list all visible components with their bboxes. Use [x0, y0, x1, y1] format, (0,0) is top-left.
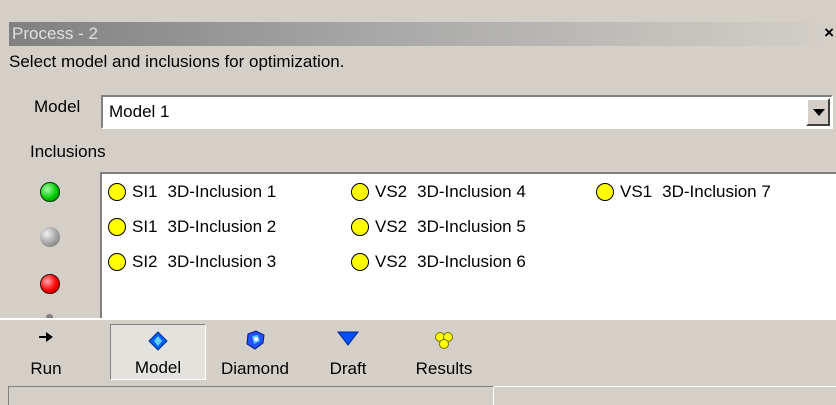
blue-triangle-icon — [337, 331, 359, 346]
draft-label: Draft — [329, 359, 367, 378]
inclusion-name: 3D-Inclusion 7 — [662, 182, 771, 201]
gray-status-icon[interactable] — [40, 227, 60, 247]
diamond-button[interactable]: Diamond — [208, 324, 302, 380]
inclusion-name: 3D-Inclusion 4 — [417, 182, 526, 201]
yellow-circle-icon — [108, 253, 126, 271]
inclusion-class: VS2 — [375, 252, 408, 271]
model-button[interactable]: Model — [110, 324, 206, 380]
inclusions-list[interactable]: SI1 3D-Inclusion 1 SI1 3D-Inclusion 2 SI… — [100, 172, 836, 318]
status-legend — [38, 174, 72, 320]
chevron-down-icon — [813, 109, 825, 116]
inclusion-item[interactable]: VS2 3D-Inclusion 6 — [351, 250, 526, 274]
yellow-cluster-icon — [435, 332, 453, 349]
status-bar — [8, 386, 494, 405]
model-label: Model — [34, 97, 81, 116]
instruction-text: Select model and inclusions for optimiza… — [9, 52, 345, 71]
inclusion-name: 3D-Inclusion 5 — [417, 217, 526, 236]
inclusion-item[interactable]: SI1 3D-Inclusion 2 — [108, 215, 276, 239]
inclusion-name: 3D-Inclusion 3 — [167, 252, 277, 271]
inclusion-item[interactable]: SI2 3D-Inclusion 3 — [108, 250, 276, 274]
inclusion-item[interactable]: VS2 3D-Inclusion 5 — [351, 215, 526, 239]
yellow-circle-icon — [351, 218, 369, 236]
draft-button[interactable]: Draft — [310, 324, 386, 380]
inclusion-class: SI2 — [132, 252, 158, 271]
blue-diamond-icon — [148, 331, 168, 351]
run-button[interactable]: Run — [10, 324, 82, 380]
toolbar: Run Model Diamond Draft Results — [0, 320, 836, 382]
inclusion-item[interactable]: VS2 3D-Inclusion 4 — [351, 180, 526, 204]
yellow-circle-icon — [351, 183, 369, 201]
yellow-circle-icon — [108, 183, 126, 201]
yellow-circle-icon — [351, 253, 369, 271]
model-select[interactable]: Model 1 — [101, 95, 833, 129]
process-panel: Process - 2 × Select model and inclusion… — [0, 0, 836, 405]
results-button[interactable]: Results — [394, 324, 494, 380]
inclusion-class: SI1 — [132, 182, 158, 201]
inclusion-name: 3D-Inclusion 1 — [167, 182, 277, 201]
faceted-diamond-icon — [246, 330, 265, 350]
red-status-icon[interactable] — [40, 274, 60, 294]
yellow-circle-icon — [108, 218, 126, 236]
inclusion-class: VS2 — [375, 182, 408, 201]
inclusion-name: 3D-Inclusion 2 — [167, 217, 277, 236]
inclusion-class: SI1 — [132, 217, 158, 236]
diamond-label: Diamond — [220, 359, 290, 378]
results-label: Results — [415, 359, 473, 378]
model-label-toolbar: Model — [134, 358, 182, 377]
inclusion-class: VS1 — [620, 182, 653, 201]
yellow-circle-icon — [596, 183, 614, 201]
green-status-icon[interactable] — [40, 182, 60, 202]
inclusion-class: VS2 — [375, 217, 408, 236]
inclusion-item[interactable]: VS1 3D-Inclusion 7 — [596, 180, 771, 204]
inclusion-name: 3D-Inclusion 6 — [417, 252, 526, 271]
title-bar: Process - 2 × — [9, 22, 836, 46]
inclusion-item[interactable]: SI1 3D-Inclusion 1 — [108, 180, 276, 204]
close-icon[interactable]: × — [824, 23, 834, 43]
run-label: Run — [30, 359, 62, 378]
status-bar-edge — [494, 386, 836, 387]
arrow-right-icon — [39, 332, 53, 342]
window-title: Process - 2 — [12, 24, 98, 43]
dropdown-button[interactable] — [806, 98, 830, 126]
model-select-value: Model 1 — [109, 102, 170, 121]
inclusions-label: Inclusions — [30, 142, 106, 161]
